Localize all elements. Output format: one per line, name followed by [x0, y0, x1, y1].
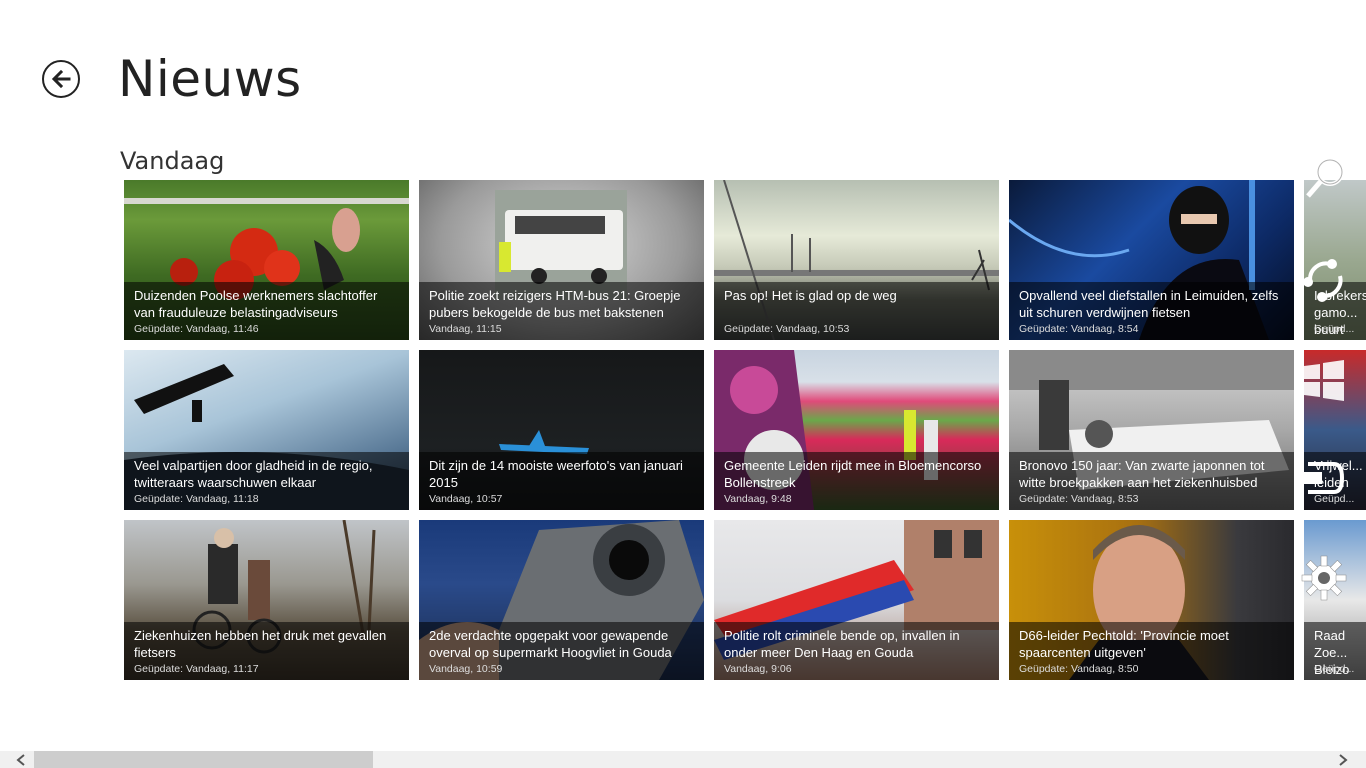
start-charm[interactable]: [1296, 352, 1352, 408]
horizontal-scrollbar[interactable]: [0, 751, 1366, 768]
tile-timestamp: Vandaag, 11:15: [429, 323, 502, 335]
tile-caption: D66-leider Pechtold: 'Provincie moet spa…: [1009, 622, 1294, 680]
tile-timestamp: Geüpdate: Vandaag, 11:46: [134, 323, 259, 335]
search-charm[interactable]: [1296, 150, 1352, 206]
share-charm[interactable]: [1296, 250, 1352, 306]
tile-timestamp: Geüpdate: Vandaag, 8:54: [1019, 323, 1139, 335]
devices-icon: [1304, 462, 1345, 494]
tile-timestamp: Geüpdate: Vandaag, 10:53: [724, 323, 850, 335]
search-icon: [1306, 158, 1344, 198]
arrow-left-icon: [51, 69, 71, 89]
news-tile-glad-weg[interactable]: Pas op! Het is glad op de weg Geüpdate: …: [714, 180, 999, 340]
news-tile-tomatoes[interactable]: Duizenden Poolse werknemers slachtoffer …: [124, 180, 409, 340]
news-tile-pechtold[interactable]: D66-leider Pechtold: 'Provincie moet spa…: [1009, 520, 1294, 680]
tile-timestamp: Geüpdate: Vandaag, 11:17: [134, 663, 259, 675]
news-tile-valpartijen[interactable]: Veel valpartijen door gladheid in de reg…: [124, 350, 409, 510]
tile-caption: Politie rolt criminele bende op, invalle…: [714, 622, 999, 680]
news-tile-diefstallen[interactable]: Opvallend veel diefstallen in Leimuiden,…: [1009, 180, 1294, 340]
tile-timestamp: Vandaag, 9:06: [724, 663, 792, 675]
tile-headline: Veel valpartijen door gladheid in de reg…: [134, 458, 373, 490]
tile-timestamp: Geüpd...: [1314, 663, 1355, 675]
tile-headline: Pas op! Het is glad op de weg: [724, 288, 897, 303]
tile-timestamp: Vandaag, 10:59: [429, 663, 503, 675]
news-tile-htm-bus[interactable]: Politie zoekt reizigers HTM-bus 21: Groe…: [419, 180, 704, 340]
tile-caption: Gemeente Leiden rijdt mee in Bloemencors…: [714, 452, 999, 510]
back-button[interactable]: [42, 60, 80, 98]
tile-caption: Bronovo 150 jaar: Van zwarte japonnen to…: [1009, 452, 1294, 510]
news-tile-bloemencorso[interactable]: Gemeente Leiden rijdt mee in Bloemencors…: [714, 350, 999, 510]
section-title-vandaag[interactable]: Vandaag: [120, 144, 224, 178]
tile-caption: Duizenden Poolse werknemers slachtoffer …: [124, 282, 409, 340]
share-icon: [1303, 259, 1343, 302]
news-tile-bronovo[interactable]: Bronovo 150 jaar: Van zwarte japonnen to…: [1009, 350, 1294, 510]
tile-headline: Gemeente Leiden rijdt mee in Bloemencors…: [724, 458, 982, 490]
page-title: Nieuws: [118, 50, 302, 108]
news-tile-overval[interactable]: 2de verdachte opgepakt voor gewapende ov…: [419, 520, 704, 680]
news-tile-politie-bende[interactable]: Politie rolt criminele bende op, invalle…: [714, 520, 999, 680]
scroll-left-button[interactable]: [4, 751, 38, 768]
tile-timestamp: Geüpdate: Vandaag, 8:50: [1019, 663, 1139, 675]
tile-headline: Dit zijn de 14 mooiste weerfoto's van ja…: [429, 458, 683, 490]
tile-caption: Raad Zoe... Bleizo Geüpd...: [1304, 622, 1366, 680]
tile-timestamp: Geüpdate: Vandaag, 11:18: [134, 493, 259, 505]
tile-timestamp: Vandaag, 9:48: [724, 493, 792, 505]
tile-caption: Ziekenhuizen hebben het druk met gevalle…: [124, 622, 409, 680]
news-tile-fietsers[interactable]: Ziekenhuizen hebben het druk met gevalle…: [124, 520, 409, 680]
tile-caption: Pas op! Het is glad op de weg Geüpdate: …: [714, 282, 999, 340]
news-tile-weerfotos[interactable]: Dit zijn de 14 mooiste weerfoto's van ja…: [419, 350, 704, 510]
windows-logo-icon: [1304, 360, 1344, 401]
tile-headline: Duizenden Poolse werknemers slachtoffer …: [134, 288, 378, 320]
tile-headline: 2de verdachte opgepakt voor gewapende ov…: [429, 628, 672, 660]
tile-headline: Politie zoekt reizigers HTM-bus 21: Groe…: [429, 288, 681, 320]
chevron-left-icon: [16, 753, 25, 766]
tile-timestamp: Vandaag, 10:57: [429, 493, 503, 505]
tile-headline: D66-leider Pechtold: 'Provincie moet spa…: [1019, 628, 1229, 660]
tile-caption: Veel valpartijen door gladheid in de reg…: [124, 452, 409, 510]
chevron-right-icon: [1339, 753, 1348, 766]
scroll-thumb[interactable]: [34, 751, 373, 768]
tile-caption: Dit zijn de 14 mooiste weerfoto's van ja…: [419, 452, 704, 510]
tile-headline: Opvallend veel diefstallen in Leimuiden,…: [1019, 288, 1279, 320]
tile-headline: Ziekenhuizen hebben het druk met gevalle…: [134, 628, 387, 660]
gear-icon: [1301, 555, 1347, 601]
tile-caption: Opvallend veel diefstallen in Leimuiden,…: [1009, 282, 1294, 340]
settings-charm[interactable]: [1296, 550, 1352, 606]
tile-caption: Politie zoekt reizigers HTM-bus 21: Groe…: [419, 282, 704, 340]
charms-bar: [1296, 150, 1366, 610]
tile-timestamp: Geüpdate: Vandaag, 8:53: [1019, 493, 1139, 505]
devices-charm[interactable]: [1296, 450, 1352, 506]
tile-headline: Bronovo 150 jaar: Van zwarte japonnen to…: [1019, 458, 1265, 490]
tile-headline: Politie rolt criminele bende op, invalle…: [724, 628, 960, 660]
tile-caption: 2de verdachte opgepakt voor gewapende ov…: [419, 622, 704, 680]
scroll-right-button[interactable]: [1326, 751, 1360, 768]
